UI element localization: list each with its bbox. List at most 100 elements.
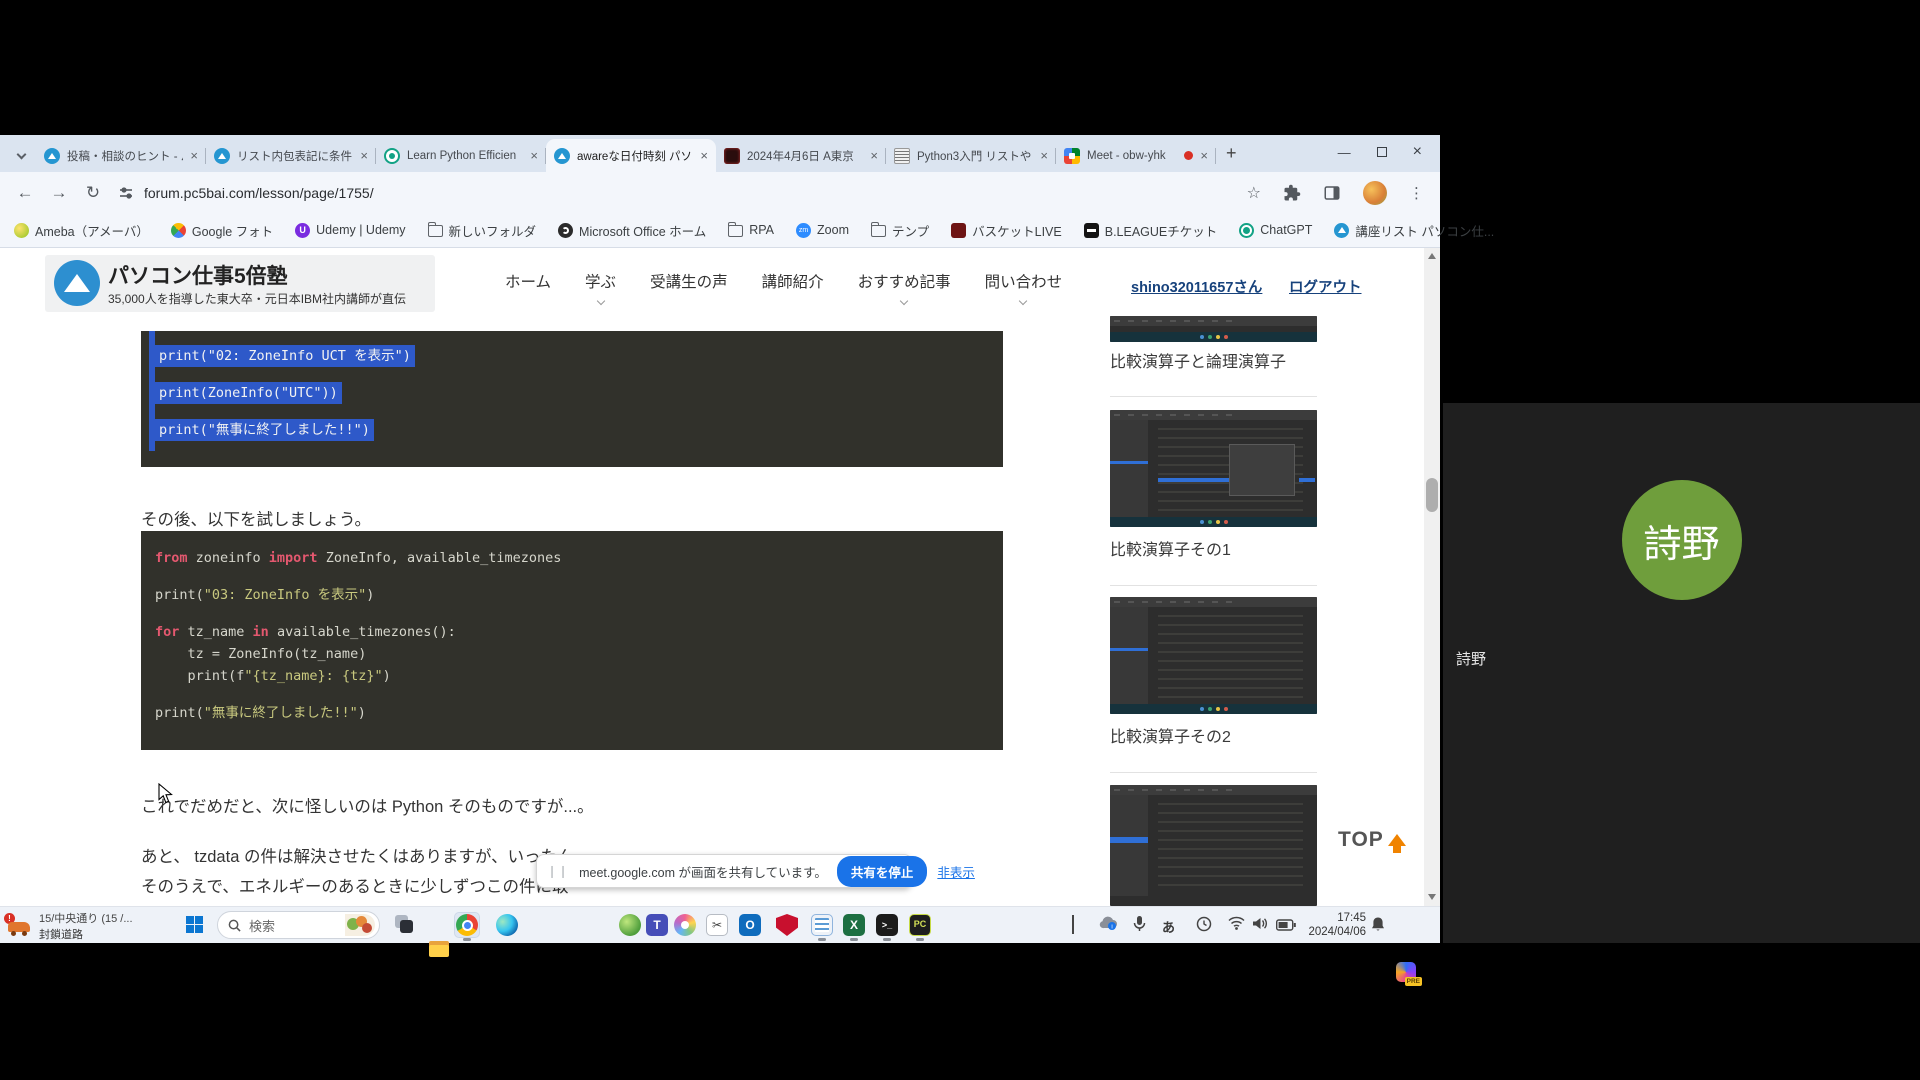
tab-active[interactable]: awareな日付時刻 パソ× xyxy=(546,139,716,172)
close-icon[interactable]: × xyxy=(360,149,368,162)
video-thumbnail[interactable] xyxy=(1110,316,1317,342)
edge-icon[interactable] xyxy=(495,913,519,937)
ime-mode-indicator[interactable]: あ xyxy=(1162,917,1175,936)
battery-icon[interactable] xyxy=(1276,918,1296,936)
forward-icon[interactable]: → xyxy=(42,183,76,203)
nav-item-voices[interactable]: 受講生の声 xyxy=(650,270,728,304)
bookmark-item[interactable]: Ameba（アメーバ） xyxy=(14,221,149,240)
tab[interactable]: 投稿・相談のヒント - パ× xyxy=(36,139,206,172)
close-window-button[interactable]: × xyxy=(1413,144,1422,160)
notification-bell-icon[interactable] xyxy=(1370,916,1386,938)
kebab-menu-icon[interactable]: ⋮ xyxy=(1409,184,1424,202)
close-icon[interactable]: × xyxy=(1040,149,1048,162)
bookmark-folder[interactable]: RPA xyxy=(728,223,774,237)
widgets-button[interactable]: ! 15/中央通り (15 /... 封鎖道路 xyxy=(6,910,133,942)
video-thumbnail[interactable] xyxy=(1110,785,1317,906)
scroll-down-arrow[interactable] xyxy=(1428,894,1436,900)
logout-link[interactable]: ログアウト xyxy=(1289,276,1362,297)
bookmark-folder[interactable]: テンプ xyxy=(871,221,929,240)
stop-sharing-button[interactable]: 共有を停止 xyxy=(837,856,928,887)
bookmark-folder[interactable]: 新しいフォルダ xyxy=(428,221,537,240)
drag-handle-icon[interactable]: ❘❘ xyxy=(547,864,569,878)
close-icon[interactable]: × xyxy=(530,149,538,162)
bookmark-item[interactable]: バスケットLIVE xyxy=(951,221,1062,240)
close-icon[interactable]: × xyxy=(700,149,708,162)
bookmark-item[interactable]: Microsoft Office ホーム xyxy=(558,221,706,240)
mcafee-icon[interactable] xyxy=(775,913,799,937)
nav-item-learn[interactable]: 学ぶ xyxy=(585,270,616,304)
clock-app-icon[interactable] xyxy=(1196,916,1212,937)
bookmark-item[interactable]: B.LEAGUEチケット xyxy=(1084,221,1218,240)
close-icon[interactable]: × xyxy=(1200,149,1208,162)
tab[interactable]: 2024年4月6日 A東京× xyxy=(716,139,886,172)
tab-search-button[interactable] xyxy=(8,141,34,167)
bookmark-item[interactable]: Udemy | Udemy xyxy=(295,223,405,238)
arrow-up-icon xyxy=(1388,834,1406,846)
notepad-icon[interactable] xyxy=(810,913,834,937)
search-box[interactable]: 検索 xyxy=(217,911,380,939)
video-label[interactable]: 比較演算子その2 xyxy=(1110,723,1231,747)
close-icon[interactable]: × xyxy=(190,149,198,162)
nav-item-contact[interactable]: 問い合わせ xyxy=(985,270,1063,304)
video-thumbnail[interactable] xyxy=(1110,410,1317,527)
extensions-icon[interactable] xyxy=(1283,184,1301,202)
minimize-button[interactable]: — xyxy=(1338,146,1351,159)
video-label[interactable]: 比較演算子と論理演算子 xyxy=(1110,348,1286,372)
scrollbar-thumb[interactable] xyxy=(1426,478,1438,512)
paint-icon[interactable] xyxy=(673,913,697,937)
meet-favicon xyxy=(1064,148,1080,164)
microphone-icon[interactable] xyxy=(1133,915,1146,938)
teams-icon[interactable]: T xyxy=(645,913,669,937)
tab[interactable]: Meet - obw-yhk× xyxy=(1056,139,1216,172)
tab[interactable]: Learn Python Efficien× xyxy=(376,139,546,172)
outlook-icon[interactable]: O xyxy=(738,913,762,937)
copilot-icon[interactable]: PRE xyxy=(1396,962,1416,982)
snipping-tool-icon[interactable]: ✂ xyxy=(705,913,729,937)
video-label[interactable]: 比較演算子その1 xyxy=(1110,536,1231,560)
thumbnail-popup xyxy=(1229,444,1295,496)
site-favicon xyxy=(214,148,230,164)
close-icon[interactable]: × xyxy=(870,149,878,162)
pycharm-icon[interactable]: PC xyxy=(908,913,932,937)
nav-item-instructor[interactable]: 講師紹介 xyxy=(762,270,824,304)
back-to-top-button[interactable]: TOP xyxy=(1338,828,1406,852)
bookmark-item[interactable]: ChatGPT xyxy=(1239,223,1312,238)
chrome-icon[interactable] xyxy=(455,913,479,937)
side-panel-icon[interactable] xyxy=(1323,184,1341,202)
maximize-button[interactable] xyxy=(1377,147,1387,157)
reload-icon[interactable]: ↻ xyxy=(76,183,110,203)
bookmark-item[interactable]: 講座リスト パソコン仕... xyxy=(1334,221,1494,240)
new-tab-button[interactable]: + xyxy=(1226,143,1237,164)
cloud-icon[interactable]: i xyxy=(1098,915,1118,936)
back-icon[interactable]: ← xyxy=(8,183,42,203)
profile-avatar[interactable] xyxy=(1363,181,1387,205)
tab[interactable]: Python3入門 リストや× xyxy=(886,139,1056,172)
nav-item-articles[interactable]: おすすめ記事 xyxy=(858,270,951,304)
site-title[interactable]: パソコン仕事5倍塾 xyxy=(108,260,288,290)
clock[interactable]: 17:45 2024/04/06 xyxy=(1300,911,1366,939)
page-scrollbar[interactable] xyxy=(1424,248,1440,906)
bookmark-item[interactable]: Zoom xyxy=(796,223,849,238)
excel-icon[interactable]: X xyxy=(842,913,866,937)
tab[interactable]: リスト内包表記に条件× xyxy=(206,139,376,172)
site-logo[interactable] xyxy=(54,260,100,306)
terminal-icon[interactable]: >_ xyxy=(875,913,899,937)
task-view-icon[interactable] xyxy=(393,913,417,937)
tray-overflow-chevron[interactable] xyxy=(1072,915,1074,933)
start-button[interactable] xyxy=(186,916,203,933)
video-thumbnail[interactable] xyxy=(1110,597,1317,714)
bookmark-item[interactable]: Google フォト xyxy=(171,221,273,240)
speaker-icon[interactable] xyxy=(1252,916,1269,936)
site-info-icon[interactable] xyxy=(118,185,134,201)
address-bar[interactable]: forum.pc5bai.com/lesson/page/1755/ xyxy=(118,185,1247,201)
file-explorer-icon[interactable] xyxy=(427,937,451,961)
bookmark-star-icon[interactable]: ☆ xyxy=(1247,183,1261,203)
wifi-icon[interactable] xyxy=(1228,916,1245,935)
nav-item-home[interactable]: ホーム xyxy=(505,270,551,304)
account-user-link[interactable]: shino32011657さん xyxy=(1131,276,1262,297)
url-text[interactable]: forum.pc5bai.com/lesson/page/1755/ xyxy=(144,185,374,201)
site-subtitle: 35,000人を指導した東大卒・元日本IBM社内講師が直伝 xyxy=(108,290,406,307)
green-app-icon[interactable] xyxy=(618,913,642,937)
hide-banner-link[interactable]: 非表示 xyxy=(937,862,975,881)
scroll-up-arrow[interactable] xyxy=(1428,253,1436,259)
